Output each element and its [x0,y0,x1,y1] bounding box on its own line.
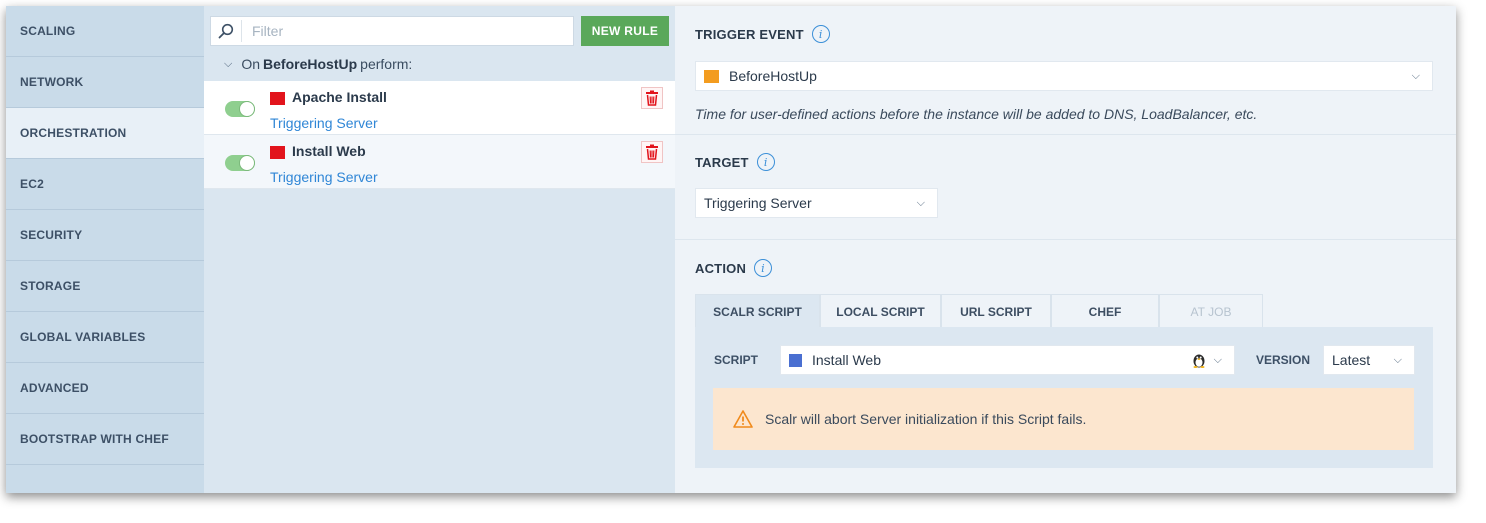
tab-url-script[interactable]: URL SCRIPT [941,294,1051,328]
tab-label: LOCAL SCRIPT [836,304,925,319]
group-event: BeforeHostUp [263,56,358,72]
tab-label: SCALR SCRIPT [713,304,802,319]
target-section: TARGET i Triggering Server ⌵ [675,135,1456,240]
scalr-script-panel: SCRIPT Install Web ⌵ VERSION Latest ⌵ Sc… [695,327,1433,468]
sidebar: SCALING NETWORK ORCHESTRATION EC2 SECURI… [6,6,204,493]
version-label: VERSION [1256,353,1311,367]
sidebar-item-scaling[interactable]: SCALING [6,6,204,57]
event-color-square [704,69,719,83]
trigger-event-title: TRIGGER EVENT i [695,25,830,43]
info-icon[interactable]: i [754,259,773,277]
rule-enabled-toggle[interactable] [225,155,255,171]
sidebar-item-label: NETWORK [20,75,84,89]
group-suffix: perform: [360,56,413,72]
info-icon[interactable]: i [811,25,830,43]
rule-group-header[interactable]: ⌵ On BeforeHostUp perform: [204,47,675,81]
rule-target-link[interactable]: Triggering Server [270,115,378,131]
delete-rule-button[interactable] [641,87,663,109]
linux-icon [1192,352,1206,371]
delete-rule-button[interactable] [641,141,663,163]
tab-chef[interactable]: CHEF [1051,294,1159,328]
sidebar-item-advanced[interactable]: ADVANCED [6,363,204,414]
script-select[interactable]: Install Web ⌵ [780,345,1235,375]
rule-enabled-toggle[interactable] [225,101,255,117]
sidebar-item-security[interactable]: SECURITY [6,210,204,261]
rule-row[interactable]: Apache Install Triggering Server [204,81,675,135]
chevron-down-icon: ⌵ [1213,353,1222,366]
target-title: TARGET i [695,153,775,171]
trash-icon [646,144,658,160]
trigger-event-select[interactable]: BeforeHostUp ⌵ [695,61,1433,91]
rule-details-panel: TRIGGER EVENT i BeforeHostUp ⌵ Time for … [675,6,1456,493]
sidebar-item-bootstrap-with-chef[interactable]: BOOTSTRAP WITH CHEF [6,414,204,465]
tab-label: CHEF [1088,304,1122,319]
rule-target-link[interactable]: Triggering Server [270,169,378,185]
target-value: Triggering Server [704,195,812,211]
sidebar-item-ec2[interactable]: EC2 [6,159,204,210]
rule-row[interactable]: Install Web Triggering Server [204,135,675,189]
trigger-event-label: TRIGGER EVENT [695,26,804,42]
script-label: SCRIPT [714,353,759,367]
rule-name: Install Web [292,143,366,159]
tab-local-script[interactable]: LOCAL SCRIPT [820,294,941,328]
rule-color-square [270,146,285,159]
rules-toolbar: NEW RULE [204,6,675,47]
new-rule-button[interactable]: NEW RULE [580,15,669,46]
sidebar-item-label: GLOBAL VARIABLES [20,330,146,344]
script-color-square [789,353,802,367]
trigger-event-hint: Time for user-defined actions before the… [695,106,1258,122]
tab-at-job: AT JOB [1159,294,1263,328]
rule-name: Apache Install [292,89,387,105]
action-label: ACTION [695,260,747,276]
farm-role-editor: SCALING NETWORK ORCHESTRATION EC2 SECURI… [6,6,1456,493]
sidebar-item-label: ORCHESTRATION [20,126,127,140]
version-select[interactable]: Latest ⌵ [1323,345,1415,375]
trigger-event-value: BeforeHostUp [729,68,817,84]
chevron-down-icon: ⌵ [224,57,233,70]
sidebar-item-label: SECURITY [20,228,83,242]
script-value: Install Web [812,352,881,368]
filter-box [210,15,574,46]
sidebar-item-network[interactable]: NETWORK [6,57,204,108]
sidebar-item-label: BOOTSTRAP WITH CHEF [20,432,169,446]
action-tabs: SCALR SCRIPT LOCAL SCRIPT URL SCRIPT CHE… [695,294,1263,328]
action-title: ACTION i [695,259,773,277]
chevron-down-icon: ⌵ [1393,353,1402,366]
sidebar-item-global-variables[interactable]: GLOBAL VARIABLES [6,312,204,363]
tab-label: AT JOB [1190,304,1232,319]
search-icon [211,17,241,45]
target-label: TARGET [695,154,749,170]
tab-scalr-script[interactable]: SCALR SCRIPT [695,294,820,328]
warning-icon [733,410,753,428]
filter-input[interactable] [242,17,573,44]
target-select[interactable]: Triggering Server ⌵ [695,188,938,218]
chevron-down-icon: ⌵ [916,196,925,209]
group-prefix: On [241,56,261,72]
sidebar-item-label: ADVANCED [20,381,89,395]
trigger-event-section: TRIGGER EVENT i BeforeHostUp ⌵ Time for … [675,6,1456,135]
tab-label: URL SCRIPT [960,304,1032,319]
chevron-down-icon: ⌵ [1411,69,1420,82]
sidebar-item-orchestration[interactable]: ORCHESTRATION [6,108,204,159]
sidebar-item-label: EC2 [20,177,44,191]
sidebar-item-label: STORAGE [20,279,81,293]
version-value: Latest [1332,352,1371,368]
rules-panel: NEW RULE ⌵ On BeforeHostUp perform: Apac… [204,6,675,493]
warning-text: Scalr will abort Server initialization i… [765,411,1087,427]
script-warning: Scalr will abort Server initialization i… [713,388,1414,450]
info-icon[interactable]: i [756,153,775,171]
rule-color-square [270,92,285,105]
sidebar-item-label: SCALING [20,24,76,38]
sidebar-item-storage[interactable]: STORAGE [6,261,204,312]
trash-icon [646,90,658,106]
